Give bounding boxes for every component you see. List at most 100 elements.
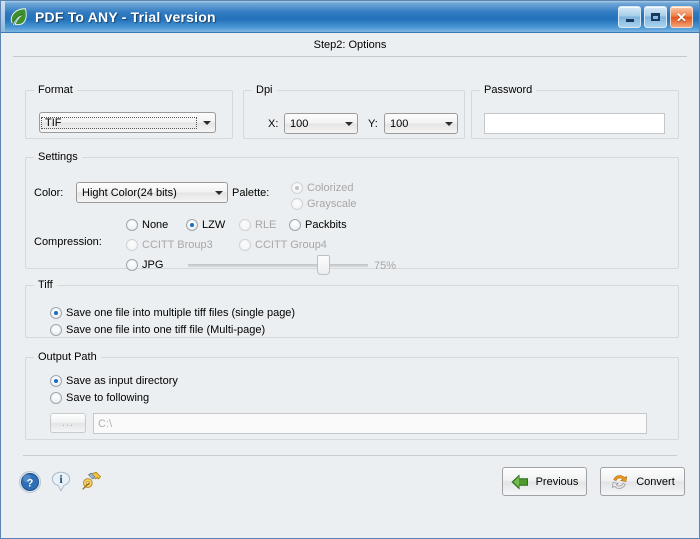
key-icon[interactable]	[79, 469, 104, 494]
radio-icon	[50, 375, 62, 387]
palette-label: Palette:	[232, 187, 270, 199]
palette-option-colorized[interactable]: Colorized	[291, 182, 353, 194]
compression-option-label: LZW	[202, 219, 226, 231]
arrow-left-icon	[511, 473, 528, 490]
minimize-icon	[625, 18, 634, 22]
dpi-group: Dpi X: 100 Y: 100	[243, 84, 465, 139]
password-group: Password	[471, 84, 679, 139]
settings-group: Settings Color: Hight Color(24 bits) Pal…	[25, 151, 679, 275]
jpg-quality-slider[interactable]	[188, 255, 368, 275]
output-option-input-directory[interactable]: Save as input directory	[50, 375, 178, 387]
format-legend: Format	[38, 84, 73, 96]
tiff-option-multiple-files[interactable]: Save one file into multiple tiff files (…	[50, 307, 295, 319]
convert-button-label: Convert	[636, 475, 675, 488]
maximize-button[interactable]	[644, 6, 667, 28]
dpi-x-value: 100	[290, 117, 309, 130]
info-icon[interactable]: i	[49, 470, 73, 494]
format-group: Format TIF	[25, 84, 233, 139]
compression-option-packbits[interactable]: Packbits	[289, 219, 347, 231]
slider-thumb[interactable]	[317, 255, 330, 275]
jpg-quality-value: 75%	[374, 260, 397, 272]
radio-icon	[289, 219, 301, 231]
radio-icon	[50, 307, 62, 319]
output-path-legend: Output Path	[38, 351, 97, 363]
step-header-label: Step2: Options	[313, 38, 387, 51]
output-path-input[interactable]	[93, 413, 647, 434]
tiff-option-label: Save one file into one tiff file (Multi-…	[66, 324, 266, 336]
radio-icon	[50, 324, 62, 336]
tiff-legend: Tiff	[38, 279, 53, 291]
tiff-option-single-file[interactable]: Save one file into one tiff file (Multi-…	[50, 324, 265, 336]
color-select[interactable]: Hight Color(24 bits)	[76, 182, 228, 203]
radio-icon	[291, 198, 303, 210]
settings-legend: Settings	[38, 151, 78, 163]
format-value: TIF	[41, 116, 197, 129]
compression-option-label: None	[142, 219, 169, 231]
dpi-y-select[interactable]: 100	[384, 113, 458, 134]
color-value: Hight Color(24 bits)	[82, 186, 177, 199]
output-path-group: Output Path Save as input directory Save…	[25, 351, 679, 440]
previous-button-label: Previous	[535, 475, 579, 488]
radio-icon	[291, 182, 303, 194]
slider-track	[188, 263, 368, 267]
radio-icon	[239, 239, 251, 251]
leaf-icon	[10, 7, 27, 25]
compression-option-rle[interactable]: RLE	[239, 219, 276, 231]
browse-button[interactable]: ...	[50, 413, 86, 433]
step-header: Step2: Options	[1, 33, 699, 56]
chevron-down-icon	[340, 114, 357, 133]
chevron-down-icon	[198, 113, 215, 132]
compression-option-lzw[interactable]: LZW	[186, 219, 225, 231]
compression-option-label: JPG	[142, 259, 164, 271]
compression-option-none[interactable]: None	[126, 219, 168, 231]
compression-option-label: CCITT Group4	[255, 239, 327, 251]
radio-icon	[126, 259, 138, 271]
dpi-y-label: Y:	[368, 118, 378, 130]
browse-button-label: ...	[61, 417, 75, 429]
help-icon[interactable]: ?	[18, 470, 42, 494]
dpi-x-select[interactable]: 100	[284, 113, 358, 134]
palette-option-label: Grayscale	[307, 198, 357, 210]
palette-option-grayscale[interactable]: Grayscale	[291, 198, 357, 210]
tiff-group: Tiff Save one file into multiple tiff fi…	[25, 279, 679, 338]
chevron-down-icon	[210, 183, 227, 202]
compression-option-label: Packbits	[305, 219, 347, 231]
radio-icon	[50, 392, 62, 404]
window-title: PDF To ANY - Trial version	[35, 8, 216, 25]
output-option-following[interactable]: Save to following	[50, 392, 149, 404]
compression-option-ccitt-group3[interactable]: CCITT Broup3	[126, 239, 213, 251]
footer-divider	[23, 455, 677, 456]
password-legend: Password	[484, 84, 533, 96]
header-divider	[13, 56, 687, 57]
compression-option-label: CCITT Broup3	[142, 239, 213, 251]
output-option-label: Save as input directory	[66, 375, 178, 387]
chevron-down-icon	[440, 114, 457, 133]
compression-option-jpg[interactable]: JPG	[126, 259, 163, 271]
title-bar: PDF To ANY - Trial version ✕	[1, 1, 699, 33]
close-button[interactable]: ✕	[670, 6, 693, 28]
app-window: PDF To ANY - Trial version ✕ Step2: Opti…	[0, 0, 700, 539]
palette-option-label: Colorized	[307, 182, 354, 194]
dpi-x-label: X:	[268, 118, 279, 130]
password-input[interactable]	[484, 113, 665, 134]
previous-button[interactable]: Previous	[502, 467, 587, 496]
dpi-y-value: 100	[390, 117, 409, 130]
close-icon: ✕	[676, 9, 687, 25]
compression-label: Compression:	[34, 236, 102, 248]
color-label: Color:	[34, 187, 64, 199]
dpi-legend: Dpi	[256, 84, 273, 96]
radio-icon	[126, 239, 138, 251]
tiff-option-label: Save one file into multiple tiff files (…	[66, 307, 296, 319]
radio-icon	[186, 219, 198, 231]
maximize-icon	[651, 13, 660, 21]
minimize-button[interactable]	[618, 6, 641, 28]
format-select[interactable]: TIF	[39, 112, 216, 133]
convert-button[interactable]: Convert	[600, 467, 685, 496]
window-controls: ✕	[618, 6, 693, 28]
radio-icon	[126, 219, 138, 231]
compression-option-label: RLE	[255, 219, 277, 231]
compression-option-ccitt-group4[interactable]: CCITT Group4	[239, 239, 327, 251]
svg-text:?: ?	[27, 478, 34, 490]
radio-icon	[239, 219, 251, 231]
output-option-label: Save to following	[66, 392, 150, 404]
